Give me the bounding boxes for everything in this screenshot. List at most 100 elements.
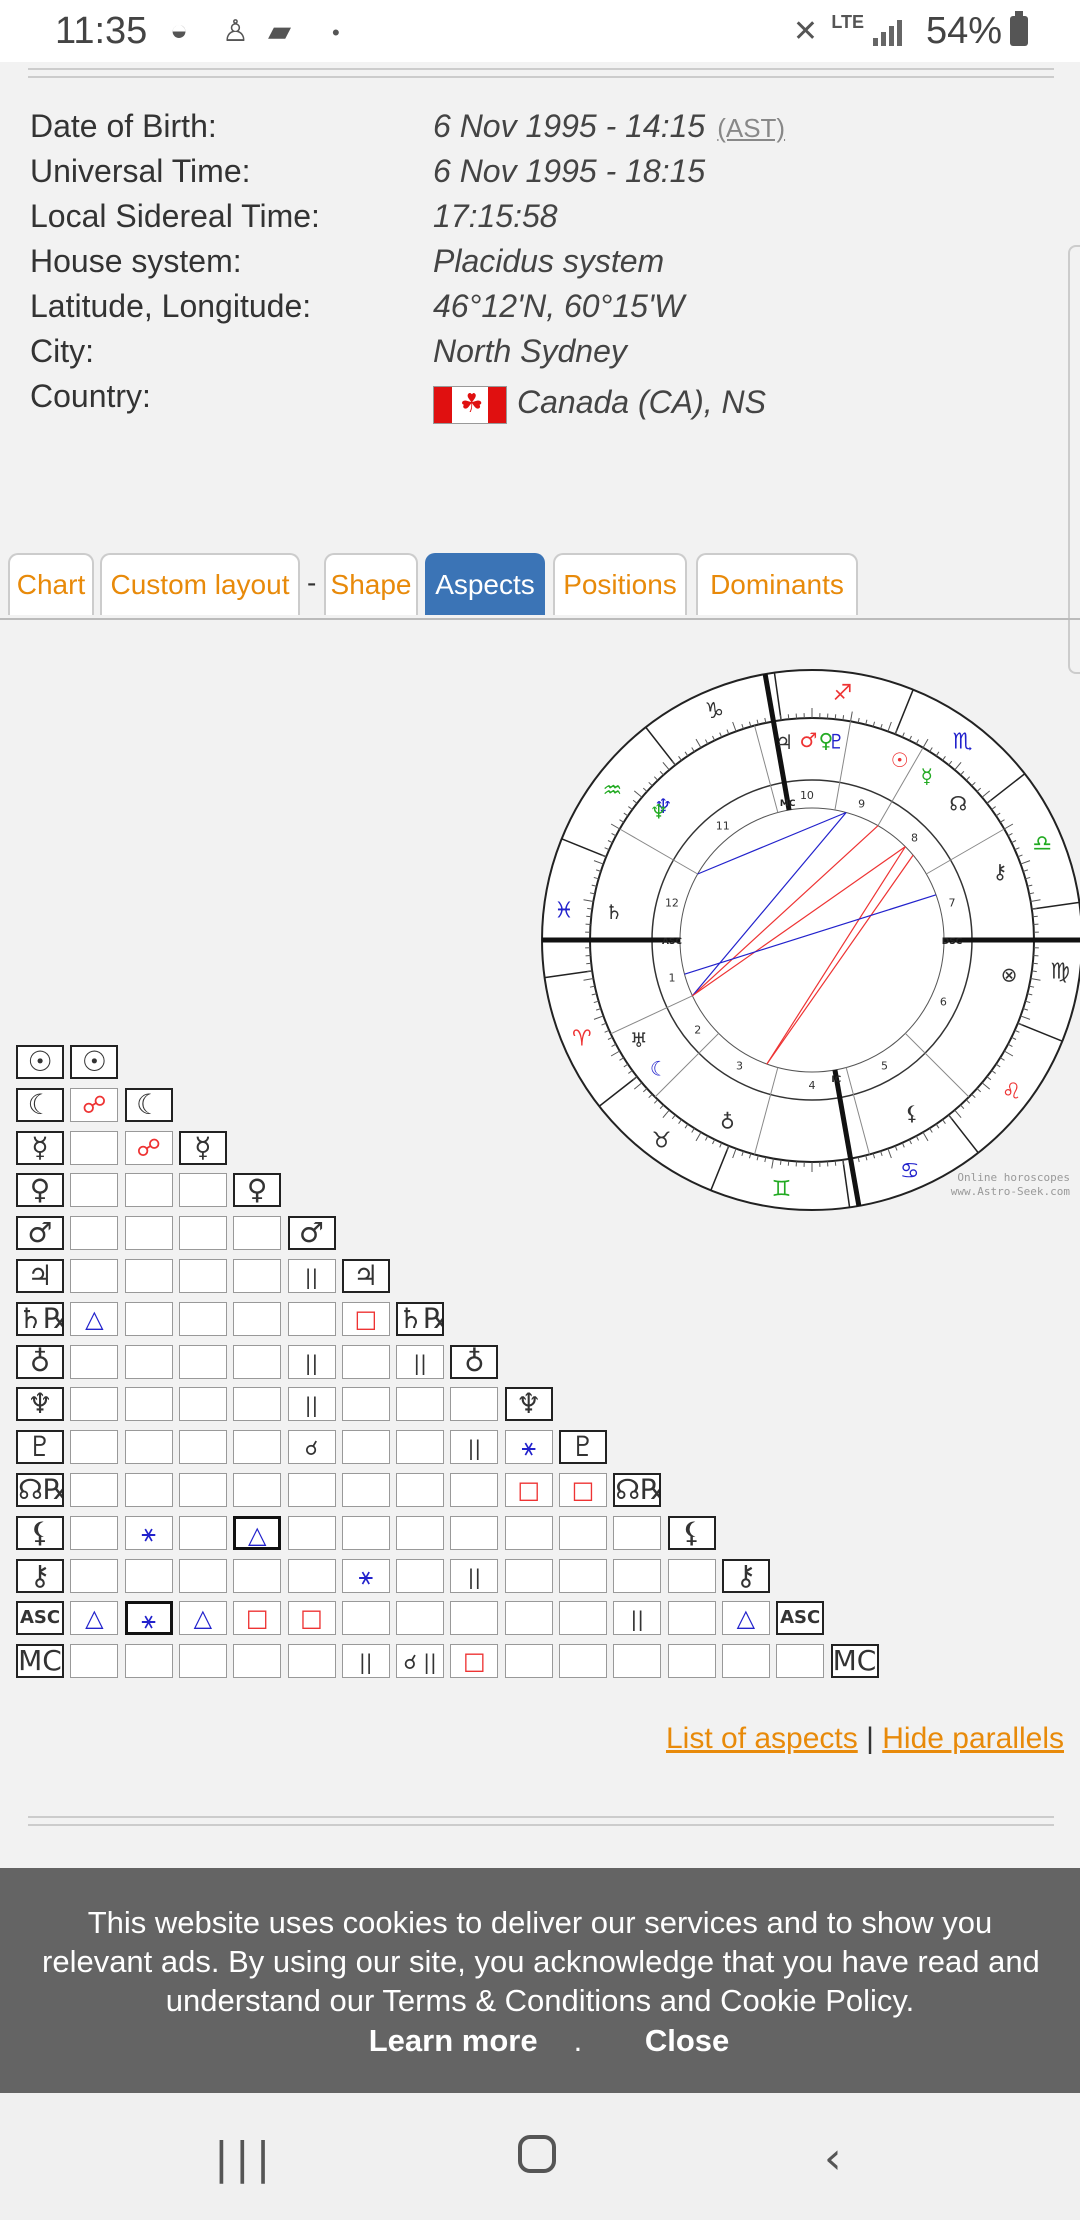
- degree-tick: [1030, 899, 1041, 902]
- info-label: Date of Birth:: [30, 108, 217, 144]
- aspect-cell: [559, 1515, 607, 1550]
- house-cusp: [619, 828, 698, 875]
- degree-tick: [587, 970, 593, 973]
- tab-dominants[interactable]: Dominants: [696, 553, 858, 615]
- aspect-symbol: □: [571, 1476, 595, 1504]
- aspect-cell: [124, 1259, 173, 1293]
- aspect-symbol: ⚹: [141, 1518, 156, 1547]
- aspect-symbol: △: [247, 1520, 267, 1549]
- aspect-cell: △: [178, 1601, 227, 1636]
- degree-tick: [604, 847, 610, 851]
- aspect-cell: [70, 1216, 119, 1251]
- learn-more-link[interactable]: Learn more: [369, 2023, 538, 2058]
- birth-date-value: 6 Nov 1995 - 14:15: [433, 108, 706, 144]
- aspect-cell: [396, 1601, 445, 1636]
- degree-tick: [678, 1119, 682, 1124]
- degree-tick: [872, 721, 876, 727]
- planet-glyph: ♆: [650, 799, 668, 823]
- list-of-aspects-link[interactable]: List of aspects: [666, 1722, 858, 1755]
- planet-diagonal-header: ⚸: [667, 1515, 716, 1550]
- degree-tick: [1029, 892, 1035, 895]
- aspect-cell: [396, 1387, 445, 1422]
- degree-tick: [586, 915, 592, 918]
- aspect-cell: □: [450, 1644, 499, 1679]
- tab-shape[interactable]: Shape: [324, 553, 418, 615]
- back-icon[interactable]: ‹: [824, 2133, 842, 2184]
- aspect-cell: △: [70, 1301, 119, 1336]
- aspect-cell: ⚹: [504, 1430, 553, 1465]
- aspect-cell: [559, 1644, 607, 1679]
- degree-tick: [695, 738, 702, 748]
- home-icon[interactable]: [518, 2135, 556, 2173]
- planet-diagonal-header: ☊℞: [613, 1473, 662, 1507]
- degree-tick: [922, 738, 929, 748]
- degree-tick: [712, 1139, 716, 1145]
- aspect-cell: ||: [287, 1387, 336, 1422]
- message-icon: ▰: [268, 15, 292, 48]
- degree-tick: [601, 1022, 607, 1026]
- aspect-cell: [613, 1515, 662, 1550]
- aspect-cell: [233, 1473, 282, 1507]
- degree-tick: [787, 714, 790, 720]
- aspect-cell: [396, 1430, 445, 1465]
- tab-positions[interactable]: Positions: [553, 553, 687, 615]
- zodiac-sign-glyph: ♌: [1002, 1079, 1022, 1104]
- degree-tick: [719, 732, 723, 738]
- aspect-cell: [70, 1430, 119, 1465]
- timezone-link[interactable]: (AST): [717, 113, 785, 143]
- aspect-cell: [178, 1430, 227, 1465]
- planet-row-label: ☊℞: [16, 1473, 64, 1507]
- planet-glyph: ♅: [630, 1028, 648, 1052]
- aspect-cell: [178, 1644, 227, 1679]
- degree-tick: [1025, 876, 1031, 880]
- planet-diagonal-header: ♃: [341, 1259, 390, 1293]
- cookie-text: relevant ads. By using our site, you ack…: [42, 1944, 1040, 1979]
- planet-glyph: ♆: [654, 794, 672, 818]
- planet-row-label: ☿: [16, 1130, 64, 1165]
- aspect-symbol: ||: [413, 1350, 427, 1375]
- degree-tick: [648, 1093, 653, 1099]
- side-panel-handle[interactable]: [1068, 245, 1080, 674]
- tab-custom-layout[interactable]: Custom layout: [100, 553, 300, 615]
- degree-tick: [593, 1015, 604, 1020]
- sign-divider: [842, 1159, 851, 1208]
- aspect-cell: [124, 1301, 173, 1336]
- tab-chart[interactable]: Chart: [8, 553, 94, 615]
- aspect-cell: [613, 1644, 662, 1679]
- network-type: LTE: [831, 12, 864, 32]
- aspect-cell: △: [233, 1515, 282, 1550]
- aspect-cell: [450, 1473, 499, 1507]
- planet-glyph: ⚸: [905, 1101, 920, 1125]
- aspect-line: [691, 825, 879, 997]
- degree-tick: [1022, 869, 1029, 872]
- degree-tick: [787, 1160, 790, 1166]
- house-cusp: [754, 1067, 779, 1155]
- aspect-cell: [504, 1558, 553, 1593]
- zodiac-sign-glyph: ♐: [833, 681, 853, 706]
- degree-tick: [653, 1099, 659, 1104]
- degree-tick: [764, 1157, 767, 1163]
- degree-tick: [623, 812, 629, 817]
- aspect-line: [684, 894, 937, 975]
- aspect-cell: [70, 1344, 119, 1379]
- degree-tick: [1022, 1008, 1029, 1011]
- hide-parallels-link[interactable]: Hide parallels: [882, 1722, 1064, 1755]
- degree-tick: [995, 1063, 1001, 1068]
- aspect-cell: [233, 1644, 282, 1679]
- aspect-cell: [396, 1558, 445, 1593]
- degree-tick: [901, 732, 905, 738]
- tab-aspects[interactable]: Aspects: [425, 553, 545, 615]
- planet-glyph: ☊: [949, 792, 967, 816]
- recent-apps-icon[interactable]: |||: [214, 2133, 276, 2184]
- degree-tick: [887, 721, 892, 732]
- degree-tick: [642, 787, 648, 792]
- close-cookie-button[interactable]: Close: [645, 2023, 729, 2058]
- aspect-cell: ||: [613, 1601, 662, 1636]
- aspect-symbol: □: [300, 1604, 323, 1633]
- planet-row-label: ♆: [16, 1387, 64, 1422]
- degree-tick: [593, 876, 599, 880]
- house-number: 5: [881, 1060, 888, 1073]
- sign-divider: [598, 1076, 638, 1107]
- degree-tick: [771, 1158, 774, 1169]
- house-cusp: [834, 721, 852, 811]
